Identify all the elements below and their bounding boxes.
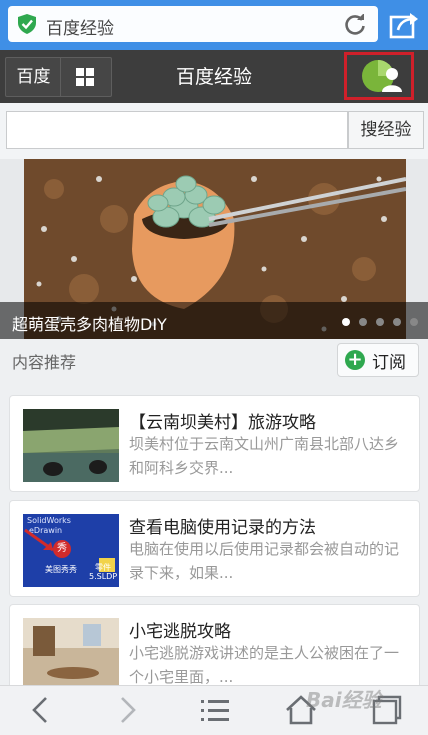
article-title[interactable]: 【云南坝美村】旅游攻略 (129, 408, 316, 433)
article-title[interactable]: 小宅逃脱攻略 (129, 617, 231, 642)
forward-arrow-icon[interactable] (110, 693, 144, 727)
user-avatar-icon[interactable] (360, 58, 404, 94)
article-thumbnail (23, 409, 119, 482)
banner-dot-2[interactable] (359, 318, 367, 326)
shield-check-icon (18, 14, 36, 34)
article-description: 小宅逃脱游戏讲述的是主人公被困在了一个小宅里面，... (129, 644, 400, 686)
menu-icon[interactable] (198, 693, 232, 727)
address-bar[interactable]: 百度经验 (8, 6, 378, 42)
share-icon[interactable] (388, 8, 420, 42)
address-text: 百度经验 (46, 19, 114, 39)
red-arrow-icon (24, 528, 54, 552)
banner-dot-4[interactable] (393, 318, 401, 326)
banner-dot-5[interactable] (410, 318, 418, 326)
plus-icon: + (345, 350, 365, 370)
thumb-side-text2: 5.SLDP (89, 572, 118, 581)
back-arrow-icon[interactable] (24, 693, 58, 727)
thumb-text-line1: SolidWorks (27, 516, 71, 525)
banner-dot-3[interactable] (376, 318, 384, 326)
article-description: 电脑在使用以后使用记录都会被自动的记录下来，如果... (129, 540, 400, 582)
thumb-caption: 美图秀秀 (45, 565, 77, 574)
section-title: 内容推荐 (12, 353, 77, 372)
article-thumbnail (23, 618, 119, 691)
search-button[interactable]: 搜经验 (348, 111, 424, 149)
banner-dot-1[interactable] (342, 318, 350, 326)
article-description: 坝美村位于云南文山州广南县北部八达乡和阿科乡交界... (129, 435, 400, 477)
reload-icon[interactable] (344, 14, 366, 36)
subscribe-label: 订阅 (372, 353, 406, 373)
article-thumbnail: SolidWorks eDrawin 秀 美图秀秀 零件 5.SLDP (23, 514, 119, 587)
search-input[interactable] (6, 111, 348, 149)
banner-caption[interactable]: 超萌蛋壳多肉植物DIY (12, 311, 167, 335)
banner-pagination (342, 318, 424, 328)
article-title[interactable]: 查看电脑使用记录的方法 (129, 513, 316, 538)
watermark: Bai经验 (306, 688, 382, 712)
